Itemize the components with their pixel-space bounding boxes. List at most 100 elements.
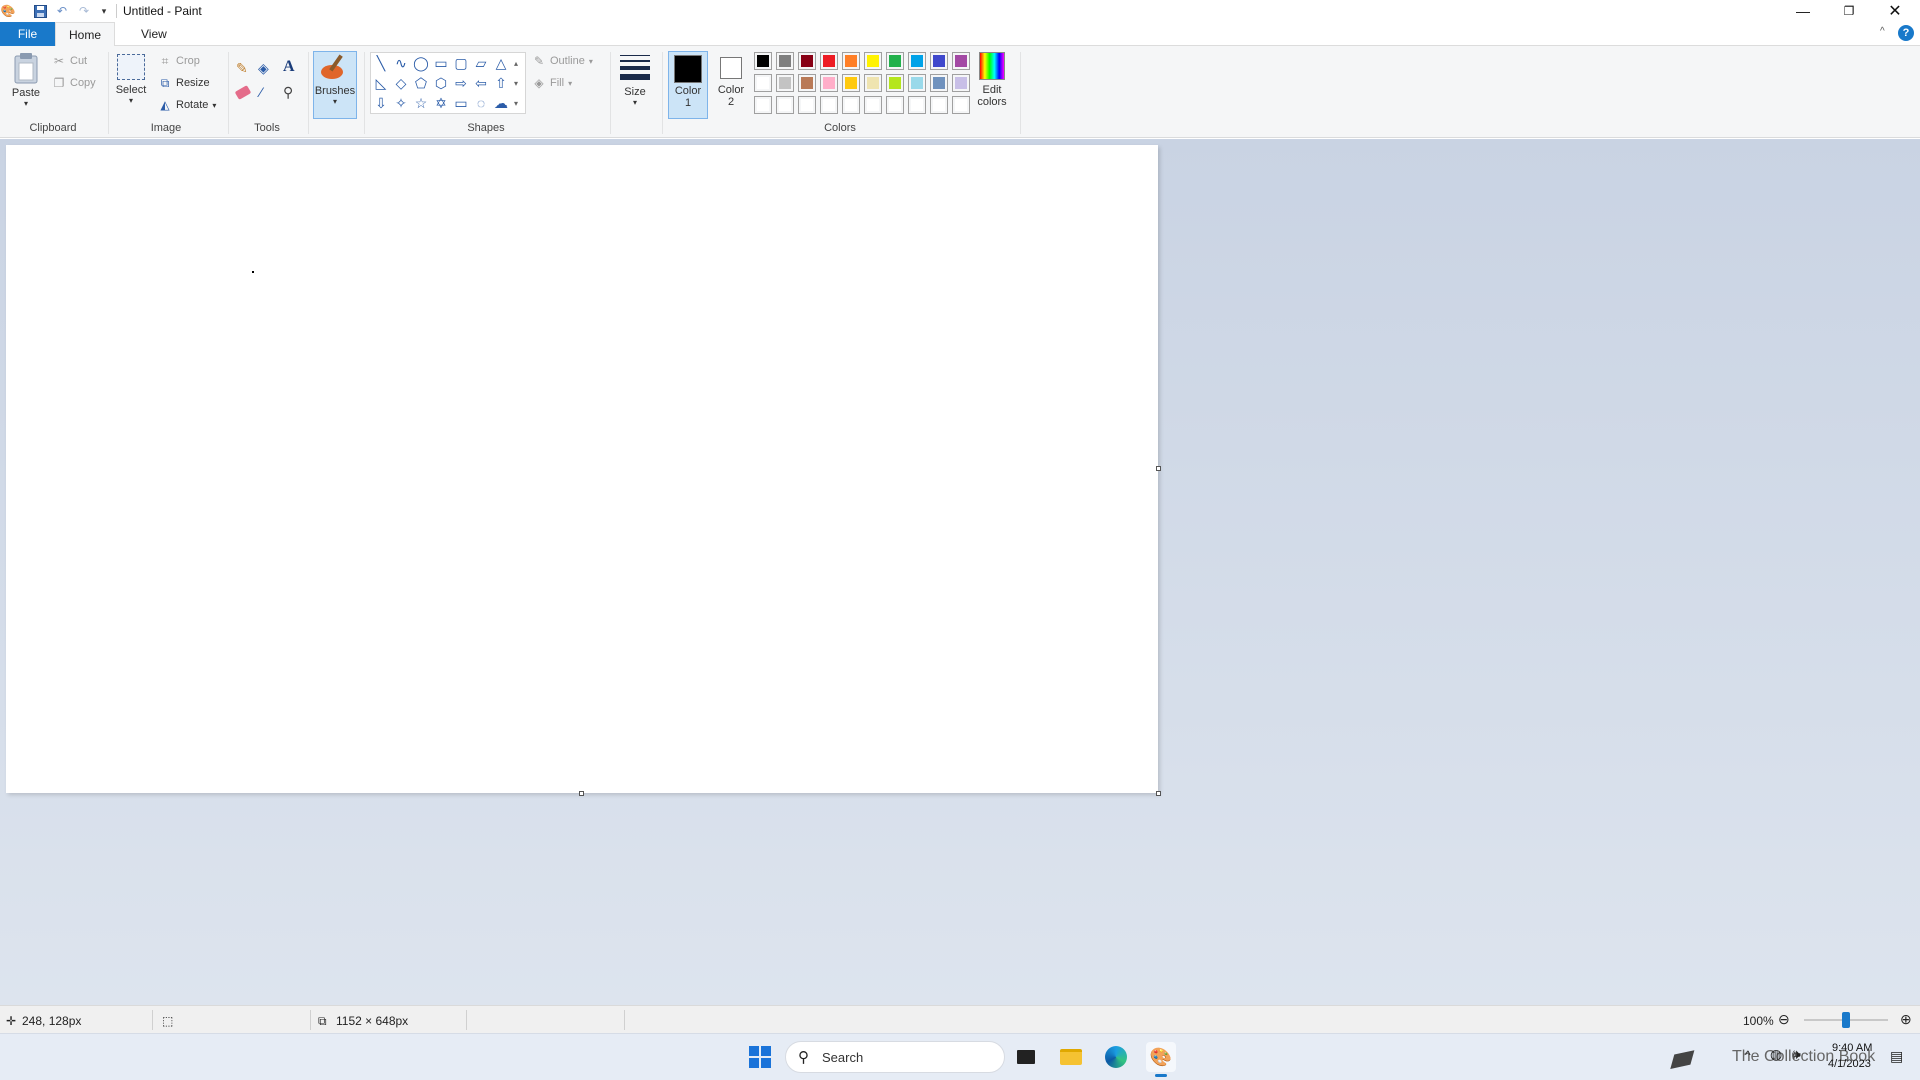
crop-button[interactable]: ⌗ Crop xyxy=(158,54,200,68)
zoom-out-button[interactable]: ⊖ xyxy=(1778,1011,1790,1028)
collapse-ribbon-icon[interactable]: ^ xyxy=(1880,26,1885,37)
color-picker-icon[interactable]: ⁄ xyxy=(260,84,262,100)
task-view-icon[interactable] xyxy=(1011,1042,1041,1072)
palette-swatch[interactable] xyxy=(776,96,794,114)
clock-time[interactable]: 9:40 AM xyxy=(1832,1042,1872,1054)
triangle-shape-icon[interactable]: △ xyxy=(492,54,510,72)
five-point-star-shape-icon[interactable]: ☆ xyxy=(412,94,430,112)
magnifier-icon[interactable]: ⚲ xyxy=(283,84,293,101)
rounded-rectangle-shape-icon[interactable]: ▢ xyxy=(452,54,470,72)
copy-button[interactable]: ❐ Copy xyxy=(52,76,96,90)
eraser-icon[interactable] xyxy=(234,85,252,100)
size-button[interactable]: Size ▾ xyxy=(616,52,654,118)
palette-swatch[interactable] xyxy=(886,96,904,114)
palette-swatch[interactable] xyxy=(798,74,816,92)
four-point-star-shape-icon[interactable]: ✧ xyxy=(392,94,410,112)
file-explorer-icon[interactable] xyxy=(1056,1042,1086,1072)
fill-button[interactable]: ◈ Fill ▾ xyxy=(532,76,572,90)
palette-swatch[interactable] xyxy=(864,52,882,70)
oval-callout-shape-icon[interactable]: ◌ xyxy=(472,94,490,112)
hexagon-shape-icon[interactable]: ⬡ xyxy=(432,74,450,92)
notification-icon[interactable]: ▤ xyxy=(1890,1048,1903,1065)
color1-button[interactable]: Color 1 xyxy=(668,51,708,119)
close-button[interactable]: ✕ xyxy=(1872,0,1918,22)
palette-swatch[interactable] xyxy=(930,52,948,70)
rotate-button[interactable]: ◭ Rotate ▾ xyxy=(158,98,216,112)
help-icon[interactable]: ? xyxy=(1898,25,1914,41)
right-arrow-shape-icon[interactable]: ⇨ xyxy=(452,74,470,92)
palette-swatch[interactable] xyxy=(842,52,860,70)
palette-swatch[interactable] xyxy=(754,52,772,70)
resize-button[interactable]: ⧉ Resize xyxy=(158,76,210,90)
palette-swatch[interactable] xyxy=(754,96,772,114)
canvas-resize-handle-right[interactable] xyxy=(1156,466,1161,471)
palette-swatch[interactable] xyxy=(864,74,882,92)
brushes-button[interactable]: Brushes ▾ xyxy=(313,51,357,119)
oval-shape-icon[interactable]: ◯ xyxy=(412,54,430,72)
palette-swatch[interactable] xyxy=(864,96,882,114)
rounded-callout-shape-icon[interactable]: ▭ xyxy=(452,94,470,112)
edit-colors-button[interactable]: Edit colors xyxy=(972,52,1012,118)
volume-icon[interactable]: 🕪 xyxy=(1792,1046,1801,1063)
palette-swatch[interactable] xyxy=(754,74,772,92)
network-icon[interactable]: ◍ xyxy=(1770,1046,1782,1063)
canvas-resize-handle-corner[interactable] xyxy=(1156,791,1161,796)
minimize-button[interactable]: — xyxy=(1780,0,1826,22)
redo-icon[interactable]: ↷ xyxy=(76,3,92,19)
diamond-shape-icon[interactable]: ◇ xyxy=(392,74,410,92)
paste-button[interactable]: Paste ▾ xyxy=(8,52,44,116)
rectangle-shape-icon[interactable]: ▭ xyxy=(432,54,450,72)
up-arrow-shape-icon[interactable]: ⇧ xyxy=(492,74,510,92)
customize-quick-access-icon[interactable]: ▾ xyxy=(96,3,112,19)
palette-swatch[interactable] xyxy=(930,96,948,114)
paint-app-icon[interactable]: 🎨 xyxy=(0,3,16,19)
palette-swatch[interactable] xyxy=(908,96,926,114)
save-icon[interactable] xyxy=(32,3,48,19)
curve-shape-icon[interactable]: ∿ xyxy=(392,54,410,72)
palette-swatch[interactable] xyxy=(842,96,860,114)
paint-taskbar-icon[interactable]: 🎨 xyxy=(1146,1042,1176,1077)
palette-swatch[interactable] xyxy=(908,74,926,92)
tray-chevron-icon[interactable]: ^ xyxy=(1745,1048,1751,1062)
palette-swatch[interactable] xyxy=(776,52,794,70)
undo-icon[interactable]: ↶ xyxy=(54,3,70,19)
palette-swatch[interactable] xyxy=(952,52,970,70)
palette-swatch[interactable] xyxy=(776,74,794,92)
tab-view[interactable]: View xyxy=(127,22,181,46)
palette-swatch[interactable] xyxy=(952,74,970,92)
restore-button[interactable]: ❐ xyxy=(1826,0,1872,22)
palette-swatch[interactable] xyxy=(908,52,926,70)
pencil-icon[interactable]: ✎ xyxy=(236,60,248,77)
clock-date[interactable]: 4/1/2023 xyxy=(1828,1058,1871,1070)
palette-swatch[interactable] xyxy=(820,96,838,114)
shapes-scroll[interactable]: ▴ ▾ ▾ xyxy=(514,54,518,114)
zoom-in-button[interactable]: ⊕ xyxy=(1900,1011,1912,1028)
text-icon[interactable]: A xyxy=(283,58,295,76)
edge-icon[interactable] xyxy=(1101,1042,1131,1072)
drawing-canvas[interactable] xyxy=(6,145,1158,793)
left-arrow-shape-icon[interactable]: ⇦ xyxy=(472,74,490,92)
palette-swatch[interactable] xyxy=(842,74,860,92)
polygon-shape-icon[interactable]: ⏥ xyxy=(472,54,490,72)
six-point-star-shape-icon[interactable]: ✡ xyxy=(432,94,450,112)
palette-swatch[interactable] xyxy=(886,52,904,70)
taskbar-search[interactable]: ⚲ Search xyxy=(785,1041,1005,1073)
zoom-slider-thumb[interactable] xyxy=(1842,1012,1850,1028)
palette-swatch[interactable] xyxy=(798,96,816,114)
tab-file[interactable]: File xyxy=(0,22,55,46)
color2-button[interactable]: Color 2 xyxy=(712,51,750,119)
canvas-resize-handle-bottom[interactable] xyxy=(579,791,584,796)
start-icon[interactable] xyxy=(745,1042,775,1072)
pentagon-shape-icon[interactable]: ⬠ xyxy=(412,74,430,92)
cut-button[interactable]: ✂ Cut xyxy=(52,54,87,68)
fill-bucket-icon[interactable]: ◈ xyxy=(258,60,269,77)
down-arrow-shape-icon[interactable]: ⇩ xyxy=(372,94,390,112)
palette-swatch[interactable] xyxy=(952,96,970,114)
tab-home[interactable]: Home xyxy=(55,22,115,46)
palette-swatch[interactable] xyxy=(798,52,816,70)
outline-button[interactable]: ✎ Outline ▾ xyxy=(532,54,593,68)
palette-swatch[interactable] xyxy=(820,52,838,70)
palette-swatch[interactable] xyxy=(930,74,948,92)
select-button[interactable]: Select ▾ xyxy=(114,54,148,118)
palette-swatch[interactable] xyxy=(886,74,904,92)
